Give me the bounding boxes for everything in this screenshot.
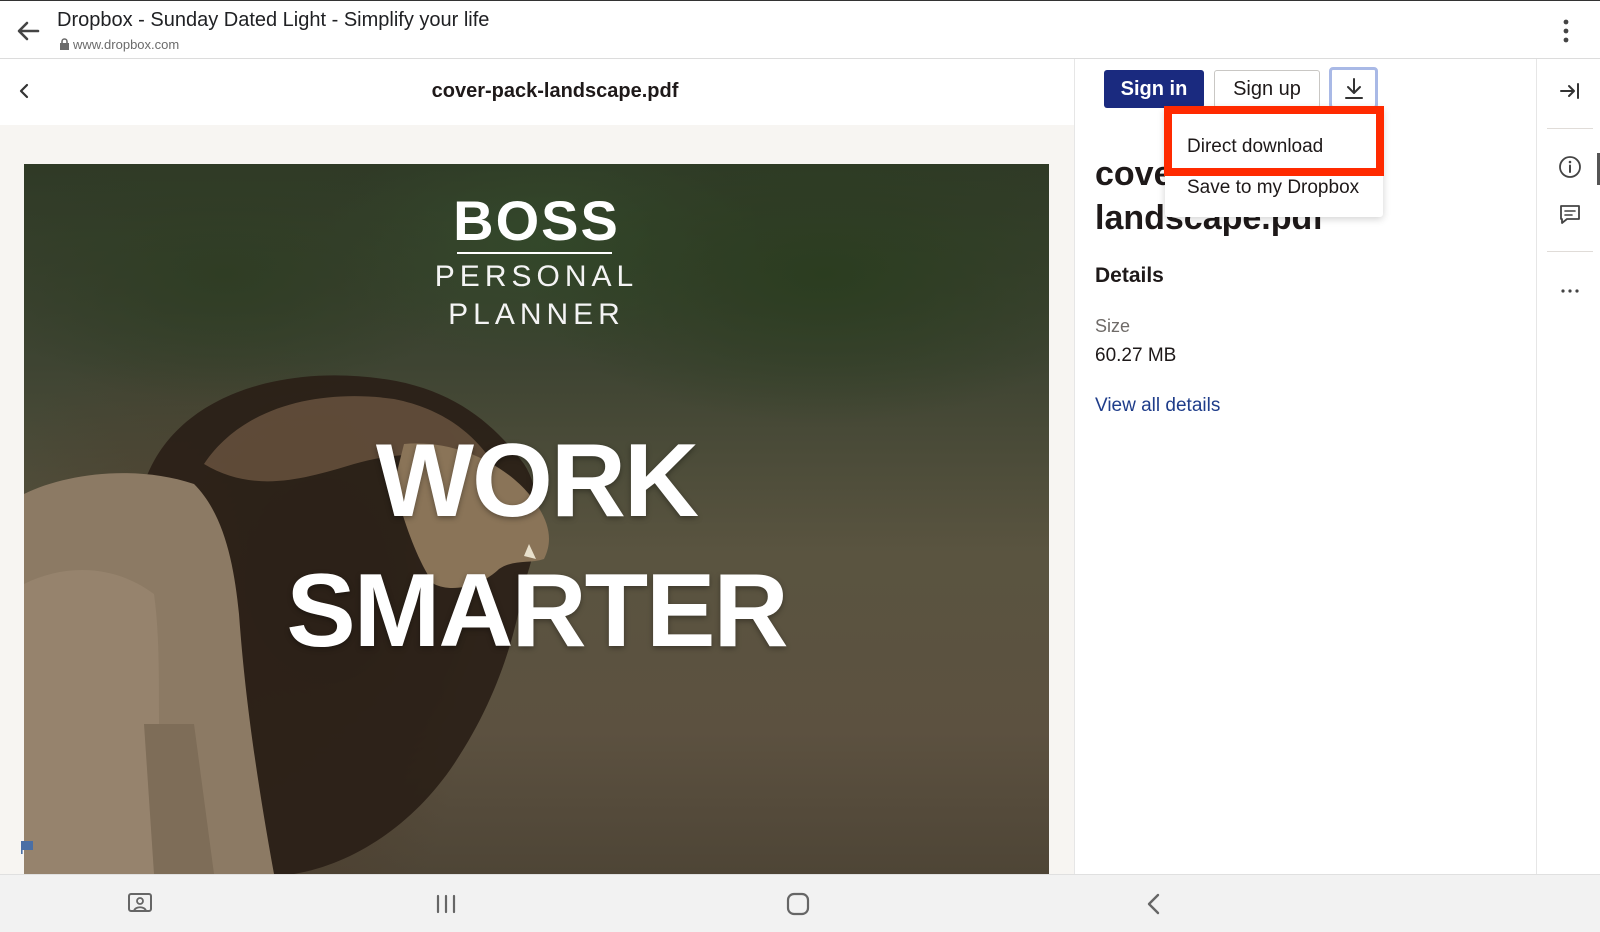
size-label: Size	[1095, 316, 1131, 336]
back-arrow-icon[interactable]	[14, 17, 42, 45]
viewer-header: cover-pack-landscape.pdf	[0, 59, 1074, 125]
more-vertical-icon[interactable]	[1556, 18, 1576, 44]
url-text: www.dropbox.com	[73, 37, 180, 52]
url-display[interactable]: www.dropbox.com	[59, 37, 179, 52]
comment-icon[interactable]	[1558, 203, 1582, 227]
file-name-header: cover-pack-landscape.pdf	[431, 80, 679, 102]
info-icon[interactable]	[1558, 155, 1582, 179]
lock-icon	[60, 38, 69, 50]
brand-subtitle-line1: PERSONAL	[434, 260, 639, 293]
rail-divider	[1547, 128, 1593, 129]
file-viewer: cover-pack-landscape.pdf BOSS PERSONAL P…	[0, 59, 1074, 874]
headline-line2: SMARTER	[286, 553, 788, 669]
back-icon[interactable]	[1140, 891, 1168, 917]
sign-in-button[interactable]: Sign in	[1104, 70, 1204, 108]
system-navigation-bar	[0, 874, 1600, 932]
more-horizontal-icon[interactable]	[1558, 279, 1582, 303]
home-icon[interactable]	[784, 891, 812, 917]
recent-apps-icon[interactable]	[432, 891, 460, 917]
highlight-box	[1164, 106, 1384, 176]
brand-title: BOSS	[453, 189, 620, 252]
headline-line1: WORK	[375, 423, 699, 539]
screen-icon[interactable]	[126, 891, 154, 917]
save-to-dropbox-option[interactable]: Save to my Dropbox	[1187, 177, 1359, 199]
download-button[interactable]	[1329, 67, 1378, 109]
brand-divider	[457, 252, 612, 254]
download-icon	[1345, 78, 1363, 99]
brand-subtitle-line2: PLANNER	[448, 298, 625, 331]
rail-divider	[1547, 251, 1593, 252]
pdf-preview[interactable]: BOSS PERSONAL PLANNER WORK SMARTER	[24, 164, 1049, 874]
right-rail	[1536, 59, 1600, 874]
collapse-panel-icon[interactable]	[1558, 79, 1582, 103]
feedback-flag-icon[interactable]	[20, 840, 36, 854]
sign-up-button[interactable]: Sign up	[1214, 70, 1320, 108]
size-value: 60.27 MB	[1095, 345, 1177, 366]
page-title: Dropbox - Sunday Dated Light - Simplify …	[57, 9, 490, 31]
details-heading: Details	[1095, 264, 1164, 287]
browser-toolbar: Dropbox - Sunday Dated Light - Simplify …	[0, 0, 1600, 59]
view-all-details-link[interactable]: View all details	[1095, 395, 1220, 417]
